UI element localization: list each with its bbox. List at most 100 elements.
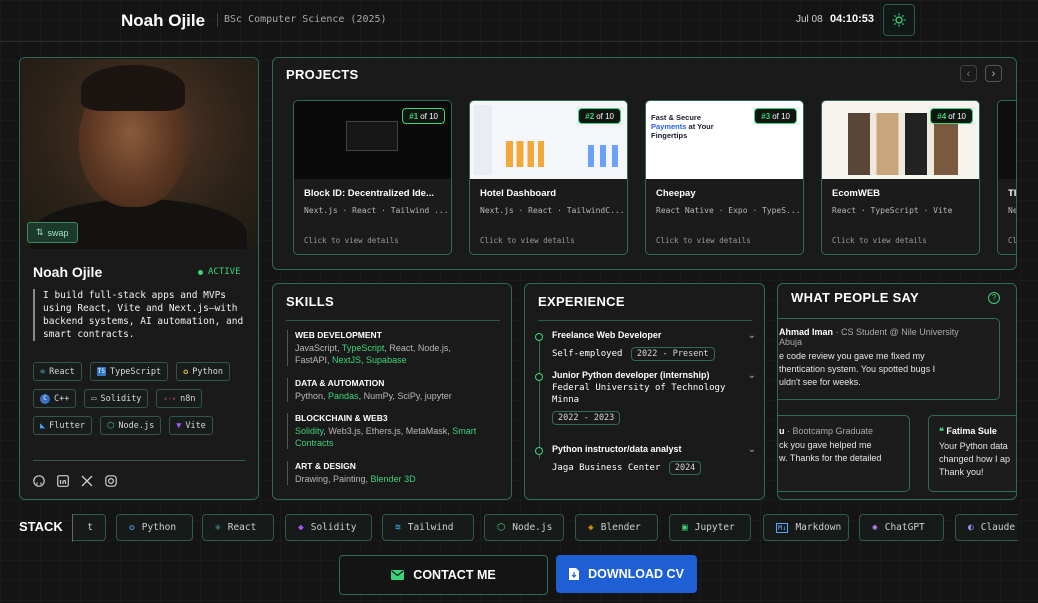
skill-group: DATA & AUTOMATION Python, Pandas, NumPy,… <box>287 378 509 402</box>
chip-nodejs[interactable]: ⬡ Node.js <box>99 416 162 435</box>
mail-icon <box>391 570 405 580</box>
stack-chip[interactable]: ✪ Python <box>116 514 193 541</box>
stack-chip[interactable]: ✺ ChatGPT <box>859 514 944 541</box>
github-icon[interactable] <box>33 475 45 487</box>
testimonial-card[interactable]: u · Bootcamp Graduate ck you gave helped… <box>778 415 910 492</box>
project-card[interactable]: #2 of 10 Hotel Dashboard Next.js · React … <box>469 100 628 255</box>
project-card[interactable]: #4 of 10 EcomWEB React · TypeScript · Vit… <box>821 100 980 255</box>
stack-chip[interactable]: ⬡ Node.js <box>484 514 564 541</box>
chip-label: C++ <box>54 393 70 404</box>
linkedin-icon[interactable] <box>57 475 69 487</box>
chip-label: Node.js <box>118 420 155 431</box>
chip-label: React <box>49 366 75 377</box>
stack-chip-label: ChatGPT <box>884 522 925 533</box>
project-card[interactable]: Fast & Secure Payments at Your Fingertip… <box>645 100 804 255</box>
project-cta: Click to view details <box>304 236 399 245</box>
skill-group-heading: ART & DESIGN <box>295 461 356 471</box>
instagram-icon[interactable] <box>105 475 117 487</box>
project-title: Cheepay <box>656 188 696 199</box>
typescript-icon: TS <box>96 367 106 376</box>
projects-prev-button[interactable]: ‹ <box>960 65 977 82</box>
project-card[interactable]: Tl Ne Cl <box>997 100 1017 255</box>
timeline-dot-icon <box>535 333 543 341</box>
stack-chip[interactable]: ◐ Claude <box>955 514 1018 541</box>
help-icon[interactable]: ? <box>988 292 1000 304</box>
skill-group: BLOCKCHAIN & WEB3 Solidity, Web3.js, Eth… <box>287 413 509 449</box>
python-icon: ✪ <box>129 522 135 533</box>
stack-chip-label: Tailwind <box>407 522 454 533</box>
testimonial-author: u · Bootcamp Graduate <box>779 426 874 436</box>
chip-solidity[interactable]: ▭ Solidity <box>84 389 149 408</box>
project-card[interactable]: #1 of 10 Block ID: Decentralized Ide... N… <box>293 100 452 255</box>
project-stack: React Native · Expo · TypeS... <box>656 206 801 215</box>
profile-bio: I build full-stack apps and MVPs using R… <box>33 289 249 341</box>
testimonials-panel: WHAT PEOPLE SAY ? Ahmad Iman · CS Studen… <box>777 283 1017 500</box>
project-title: Hotel Dashboard <box>480 188 557 199</box>
stack-chip[interactable]: ⚛ React <box>202 514 274 541</box>
x-icon[interactable] <box>81 475 93 487</box>
react-icon: ⚛ <box>215 522 221 533</box>
chevron-down-icon[interactable]: ⌄ <box>748 370 756 381</box>
experience-role: Freelance Web Developer <box>552 330 662 340</box>
stack-chip-label: Node.js <box>512 522 553 533</box>
testimonial-author: Ahmad Iman · CS Student @ Nile Universit… <box>779 327 959 337</box>
status-dot-icon <box>198 269 203 275</box>
experience-date: 2022 - 2023 <box>552 411 621 425</box>
timeline-line <box>539 334 540 459</box>
chip-vite[interactable]: ▼ Vite <box>169 416 213 435</box>
stack-chip-label: Python <box>141 522 177 533</box>
skill-group-heading: DATA & AUTOMATION <box>295 378 385 388</box>
testimonial-card[interactable]: Ahmad Iman · CS Student @ Nile Universit… <box>778 318 1000 400</box>
stack-chip[interactable]: ≋ Tailwind <box>382 514 474 541</box>
contact-me-button[interactable]: CONTACT ME <box>339 555 548 595</box>
chip-python[interactable]: ✪ Python <box>176 362 230 381</box>
chip-cplusplus[interactable]: C C++ <box>33 389 77 408</box>
stack-chip[interactable]: ◈ Blender <box>575 514 658 541</box>
profile-photo: ⇅ swap <box>21 59 258 249</box>
experience-role: Junior Python developer (internship) <box>552 370 710 380</box>
chip-label: n8n <box>180 393 196 404</box>
projects-title: PROJECTS <box>286 67 359 82</box>
chevron-down-icon[interactable]: ⌄ <box>748 330 756 341</box>
status-label: ACTIVE <box>208 267 241 277</box>
stack-chip[interactable]: ▣ Jupyter <box>669 514 751 541</box>
project-stack: Next.js · React · TailwindC... <box>480 206 625 215</box>
skill-group-heading: BLOCKCHAIN & WEB3 <box>295 413 388 423</box>
project-title: Block ID: Decentralized Ide... <box>304 188 434 199</box>
experience-panel: EXPERIENCE Freelance Web Developer ⌄ Sel… <box>524 283 765 500</box>
chip-react[interactable]: ⚛ React <box>33 362 82 381</box>
testimonial-author-location: Abuja <box>779 337 803 347</box>
quote-icon: ❝ <box>939 426 944 436</box>
jupyter-icon: ▣ <box>682 522 688 533</box>
stack-chip[interactable]: M↓ Markdown <box>763 514 849 541</box>
stack-chip-label: Markdown <box>795 522 842 533</box>
stack-chip-label: t <box>87 522 93 533</box>
stack-chip[interactable]: t <box>73 514 106 541</box>
header-time: 04:10:53 <box>830 13 875 25</box>
stack-chip-label: React <box>227 522 257 533</box>
projects-panel: PROJECTS ‹ › #1 of 10 Block ID: Decentral… <box>272 57 1017 270</box>
project-stack: Ne <box>1008 206 1017 215</box>
chip-n8n[interactable]: ∘-∘ n8n <box>156 389 203 408</box>
thumb-sidebar <box>474 105 492 175</box>
swap-button[interactable]: ⇅ swap <box>27 222 78 243</box>
chip-label: Flutter <box>49 420 85 431</box>
stack-chip[interactable]: ◆ Solidity <box>285 514 372 541</box>
chevron-down-icon[interactable]: ⌄ <box>748 444 756 455</box>
chip-flutter[interactable]: ◣ Flutter <box>33 416 92 435</box>
timeline-dot-icon <box>535 447 543 455</box>
solidity-icon: ◆ <box>298 522 304 533</box>
solidity-icon: ▭ <box>91 393 97 404</box>
vite-icon: ▼ <box>176 420 182 431</box>
projects-next-button[interactable]: › <box>985 65 1002 82</box>
nodejs-icon: ⬡ <box>106 420 115 431</box>
project-cta: Click to view details <box>832 236 927 245</box>
theme-toggle-button[interactable] <box>883 4 915 36</box>
testimonial-author: ❝ Fatima Sule <box>939 426 997 436</box>
profile-card: ⇅ swap Noah Ojile ACTIVE I build full-st… <box>19 57 259 500</box>
download-cv-button[interactable]: DOWNLOAD CV <box>556 555 697 593</box>
testimonial-card[interactable]: ❝ Fatima Sule Your Python data changed ho… <box>928 415 1016 492</box>
thumb-headline: Fast & Secure Payments at Your Fingertip… <box>651 113 714 140</box>
python-icon: ✪ <box>183 366 189 377</box>
chip-typescript[interactable]: TS TypeScript <box>89 362 169 381</box>
